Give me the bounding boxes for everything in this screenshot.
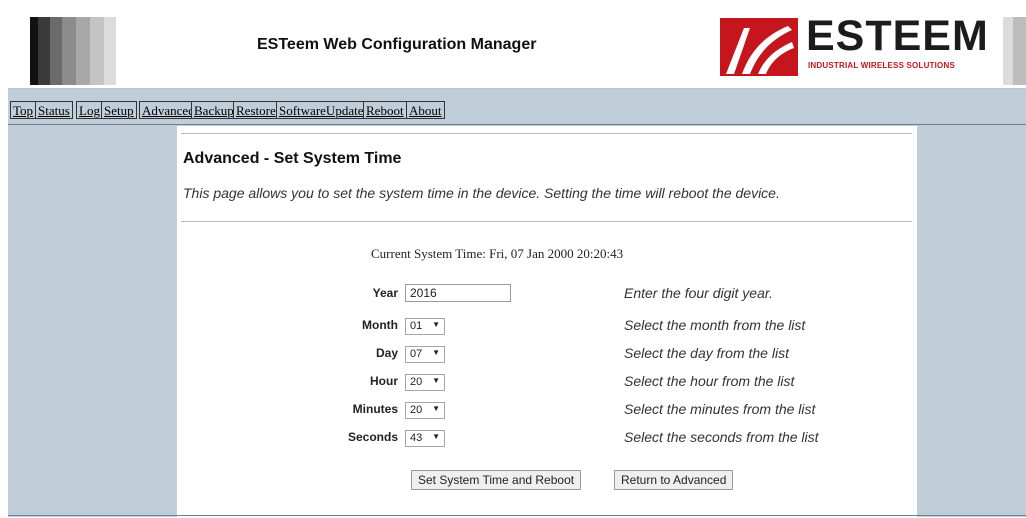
chevron-down-icon: ▼ bbox=[432, 348, 440, 357]
logo-mark-icon bbox=[720, 18, 798, 76]
bottom-border bbox=[8, 515, 1026, 516]
seconds-select-value: 43 bbox=[410, 432, 423, 444]
header-title: ESTeem Web Configuration Manager bbox=[257, 36, 537, 53]
logo-tagline: INDUSTRIAL WIRELESS SOLUTIONS bbox=[808, 61, 955, 70]
tab-software-update[interactable]: SoftwareUpdate bbox=[276, 101, 367, 119]
tab-setup[interactable]: Setup bbox=[101, 101, 137, 119]
hour-select-value: 20 bbox=[410, 376, 423, 388]
day-select[interactable]: 07 ▼ bbox=[405, 346, 445, 363]
header: ESTeem Web Configuration Manager ESTEEM … bbox=[8, 10, 1026, 89]
nav-bar: Top Status Log Setup Advanced Backup Res… bbox=[8, 98, 1026, 125]
esteem-logo: ESTEEM INDUSTRIAL WIRELESS SOLUTIONS bbox=[720, 12, 998, 76]
seconds-select[interactable]: 43 ▼ bbox=[405, 430, 445, 447]
month-label: Month bbox=[362, 318, 398, 332]
top-divider bbox=[181, 133, 912, 134]
month-select-value: 01 bbox=[410, 320, 423, 332]
set-time-reboot-button[interactable]: Set System Time and Reboot bbox=[411, 470, 582, 490]
header-bars-decoration bbox=[30, 17, 116, 85]
minutes-label: Minutes bbox=[352, 402, 398, 416]
header-bars-right-decoration bbox=[1003, 17, 1026, 85]
tab-reboot[interactable]: Reboot bbox=[363, 101, 407, 119]
logo-word: ESTEEM bbox=[806, 12, 989, 60]
year-input[interactable] bbox=[405, 284, 511, 302]
tab-log[interactable]: Log bbox=[76, 101, 103, 119]
section-divider bbox=[181, 221, 912, 222]
current-time-label: Current System Time: bbox=[371, 246, 486, 261]
tab-about[interactable]: About bbox=[406, 101, 445, 119]
tab-advanced[interactable]: Advanced bbox=[139, 101, 198, 119]
tab-backup[interactable]: Backup bbox=[191, 101, 237, 119]
hour-hint: Select the hour from the list bbox=[624, 373, 795, 389]
chevron-down-icon: ▼ bbox=[432, 376, 440, 385]
chevron-down-icon: ▼ bbox=[432, 404, 440, 413]
current-time-value: Fri, 07 Jan 2000 20:20:43 bbox=[489, 246, 624, 261]
month-select[interactable]: 01 ▼ bbox=[405, 318, 445, 335]
tab-restore[interactable]: Restore bbox=[233, 101, 279, 119]
minutes-select-value: 20 bbox=[410, 404, 423, 416]
year-label: Year bbox=[372, 286, 398, 300]
return-to-advanced-button[interactable]: Return to Advanced bbox=[614, 470, 734, 490]
day-hint: Select the day from the list bbox=[624, 345, 789, 361]
page-title: Advanced - Set System Time bbox=[183, 150, 402, 167]
chevron-down-icon: ▼ bbox=[432, 320, 440, 329]
current-system-time: Current System Time: Fri, 07 Jan 2000 20… bbox=[371, 246, 623, 262]
seconds-label: Seconds bbox=[347, 430, 398, 444]
month-hint: Select the month from the list bbox=[624, 317, 806, 333]
year-hint: Enter the four digit year. bbox=[624, 285, 773, 301]
page-description: This page allows you to set the system t… bbox=[183, 185, 780, 201]
hour-select[interactable]: 20 ▼ bbox=[405, 374, 445, 391]
day-select-value: 07 bbox=[410, 348, 423, 360]
minutes-hint: Select the minutes from the list bbox=[624, 401, 816, 417]
minutes-select[interactable]: 20 ▼ bbox=[405, 402, 445, 419]
tab-status[interactable]: Status bbox=[35, 101, 73, 119]
day-label: Day bbox=[375, 346, 398, 360]
chevron-down-icon: ▼ bbox=[432, 432, 440, 441]
seconds-hint: Select the seconds from the list bbox=[624, 429, 819, 445]
hour-label: Hour bbox=[370, 374, 398, 388]
tab-top[interactable]: Top bbox=[10, 101, 37, 119]
